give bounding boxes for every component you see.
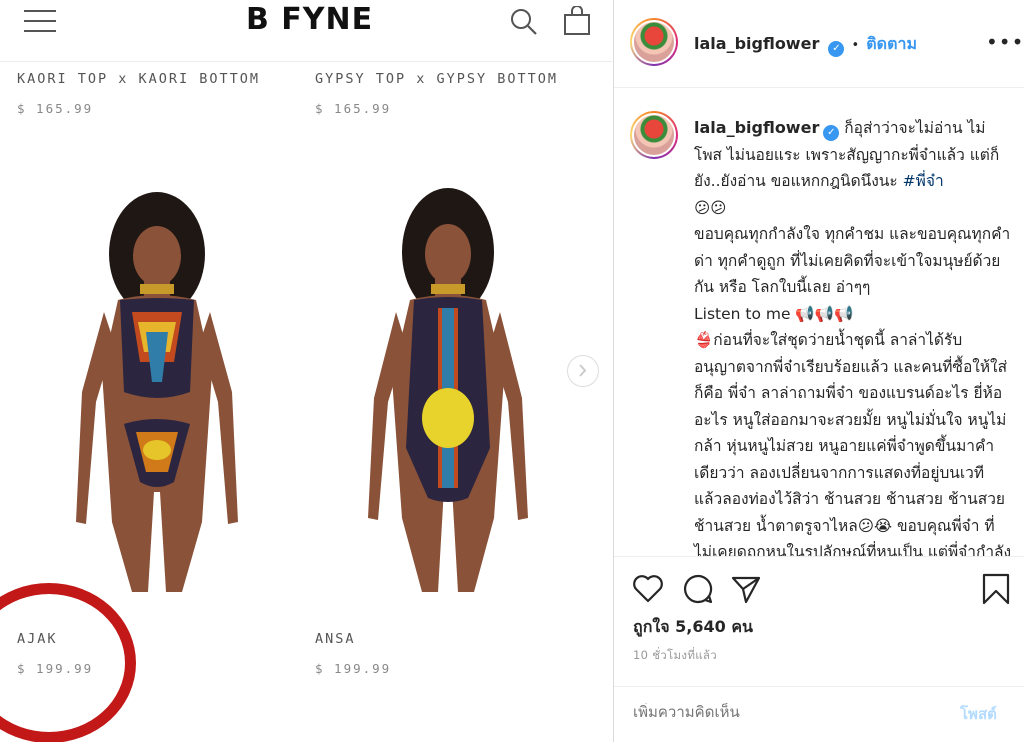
avatar[interactable] — [630, 18, 678, 66]
product-price: $ 199.99 — [315, 661, 392, 676]
caption-line: Listen to me 📢📢📢 — [694, 304, 854, 323]
product-card-gypsy[interactable]: GYPSY TOP x GYPSY BOTTOM $ 165.99 — [315, 71, 558, 116]
hashtag-link[interactable]: #พี่จ๋า — [903, 172, 944, 190]
caption-line: 😕😕 — [694, 198, 727, 217]
carousel-next-button[interactable] — [567, 355, 599, 387]
verified-badge-icon: ✓ — [823, 125, 840, 141]
chevron-right-icon — [579, 364, 587, 377]
post-timestamp[interactable]: 10 ชั่วโมงที่แล้ว — [633, 647, 717, 665]
comment-icon[interactable] — [682, 573, 714, 605]
store-header: B FYNE — [0, 0, 612, 62]
comment-input[interactable] — [633, 703, 933, 721]
verified-badge-icon: ✓ — [828, 41, 845, 57]
store-panel: B FYNE KAORI TOP x KAORI BOTTOM $ 165.99… — [0, 0, 612, 742]
menu-icon[interactable] — [24, 10, 56, 32]
product-price: $ 165.99 — [315, 101, 392, 116]
product-name[interactable]: KAORI TOP x KAORI BOTTOM — [17, 71, 260, 87]
shopping-bag-icon[interactable] — [563, 6, 591, 36]
product-name[interactable]: GYPSY TOP x GYPSY BOTTOM — [315, 71, 558, 87]
caption-line: ขอบคุณทุกกำลังใจ ทุกคำชม และขอบคุณทุกคำด… — [694, 225, 1011, 296]
bookmark-icon[interactable] — [980, 573, 1012, 605]
search-icon[interactable] — [510, 8, 538, 36]
brand-logo[interactable]: B FYNE — [246, 2, 373, 37]
product-image-ansa[interactable] — [358, 188, 538, 600]
separator-dot: • — [851, 38, 860, 53]
post-actions: ถูกใจ 5,640 คน 10 ชั่วโมงที่แล้ว — [614, 556, 1024, 686]
comment-bar: โพสต์ — [614, 686, 1024, 742]
follow-button[interactable]: ติดตาม — [866, 34, 917, 53]
avatar[interactable] — [630, 111, 678, 159]
more-options-icon[interactable]: ••• — [986, 30, 1024, 54]
highlight-circle-annotation — [0, 583, 136, 742]
share-icon[interactable] — [730, 573, 762, 605]
caption-text: lala_bigflower ✓ ก็อุส่าว่าจะไม่อ่าน ไม่โ… — [694, 115, 1012, 556]
post-header: lala_bigflower ✓ • ติดตาม ••• — [614, 0, 1024, 88]
post-caption-area: lala_bigflower ✓ ก็อุส่าว่าจะไม่อ่าน ไม่โ… — [614, 89, 1024, 556]
likes-count[interactable]: ถูกใจ 5,640 คน — [633, 615, 753, 640]
caption-line: 👙ก่อนที่จะใส่ชุดว่ายน้ำชุดนี้ ลาล่าได้รั… — [694, 331, 1012, 556]
post-comment-button[interactable]: โพสต์ — [960, 702, 997, 726]
product-price: $ 165.99 — [17, 101, 94, 116]
username-link[interactable]: lala_bigflower — [694, 34, 819, 53]
instagram-post-panel: lala_bigflower ✓ • ติดตาม ••• lala_bigfl… — [613, 0, 1024, 742]
product-card-kaori[interactable]: KAORI TOP x KAORI BOTTOM $ 165.99 — [17, 71, 260, 116]
caption-username[interactable]: lala_bigflower — [694, 118, 819, 137]
product-name[interactable]: ANSA — [315, 631, 391, 647]
product-image-ajak[interactable] — [62, 192, 252, 600]
product-card-ansa[interactable]: ANSA $ 199.99 — [315, 631, 391, 676]
heart-icon[interactable] — [632, 573, 664, 605]
